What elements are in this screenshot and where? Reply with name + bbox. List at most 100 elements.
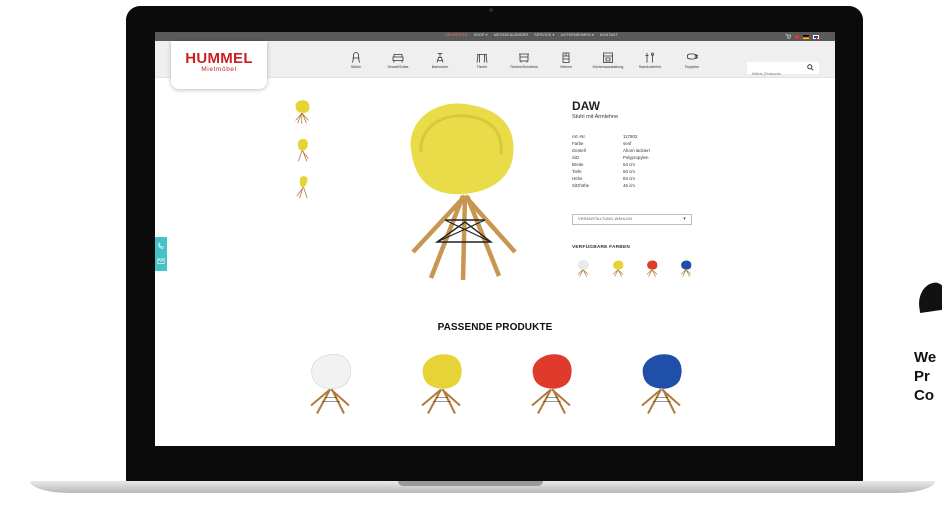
search-box xyxy=(747,62,819,80)
search-icon[interactable] xyxy=(807,64,814,71)
side-contact-widget xyxy=(155,237,167,271)
spec-value: 83 cm xyxy=(623,176,635,181)
cart-icon[interactable] xyxy=(785,33,791,39)
nav-item-label: Sessel/Sofas xyxy=(387,65,409,69)
top-icons xyxy=(785,33,819,40)
nav-item-label: Theken/Schränke xyxy=(509,65,539,69)
thumbnail-1[interactable] xyxy=(292,97,312,125)
top-menu-item[interactable]: KONTAKT xyxy=(600,33,618,37)
kitchen-icon xyxy=(603,52,613,63)
spec-key: Höhe xyxy=(572,176,583,181)
accessory-icon xyxy=(645,52,654,63)
related-products-title: PASSENDE PRODUKTE xyxy=(437,322,553,333)
laptop-screen: NEUHEITEN SHOP ▾ MESSEKALENDER SERVICE ▾… xyxy=(155,32,835,446)
spec-row: Art.-Nr. 117802 xyxy=(572,133,650,140)
related-product-white[interactable] xyxy=(305,349,355,415)
event-select-value: VERANSTALTUNG WÄHLEN xyxy=(578,217,633,221)
counter-icon xyxy=(519,53,529,63)
nav-item-label: Standzubehör xyxy=(638,65,662,69)
chevron-down-icon: ▾ xyxy=(683,216,686,222)
page: We Pr Co NEUHEITEN SHOP ▾ MESSEKALENDER … xyxy=(0,0,942,511)
mail-icon[interactable] xyxy=(157,257,165,265)
nav-item-label: Küchenausstattung xyxy=(592,65,624,69)
spec-value: Ahorn lackiert xyxy=(623,148,650,153)
nav-item-standzubehoer[interactable]: Standzubehör xyxy=(629,52,671,69)
top-menu-item[interactable]: MESSEKALENDER xyxy=(494,33,529,37)
barstool-icon xyxy=(436,53,444,63)
nav-item-label: Teppiche xyxy=(684,65,700,69)
spec-value: 63 cm xyxy=(623,162,635,167)
spec-row: Gestell Ahorn lackiert xyxy=(572,147,650,154)
top-menu-item[interactable]: NEUHEITEN xyxy=(445,33,468,37)
nav-item-sessel-sofas[interactable]: Sessel/Sofas xyxy=(377,52,419,69)
spec-key: Sitz xyxy=(572,155,580,160)
nav-item-tische[interactable]: Tische xyxy=(461,52,503,69)
color-swatch-blue[interactable] xyxy=(679,258,693,278)
product-specs: Art.-Nr. 117802 Farbe senf Gestell Ahorn la… xyxy=(572,133,650,189)
thumbnail-3[interactable] xyxy=(292,172,312,200)
spec-row: Farbe senf xyxy=(572,140,650,147)
vitrine-icon xyxy=(562,52,570,63)
nav-item-vitrinen[interactable]: Vitrinen xyxy=(545,52,587,69)
related-product-red[interactable] xyxy=(526,349,576,415)
spec-value: 60 cm xyxy=(623,169,635,174)
main-product-image xyxy=(410,103,517,281)
color-swatch-red[interactable] xyxy=(645,258,659,278)
spec-key: Gestell xyxy=(572,148,586,153)
product-subtitle: Stuhl mit Armlehne xyxy=(572,114,619,120)
spec-key: Breite xyxy=(572,162,584,167)
nav-item-theken-schraenke[interactable]: Theken/Schränke xyxy=(503,52,545,69)
related-product-yellow[interactable] xyxy=(416,349,466,415)
spec-row: Sitz Polypropylen xyxy=(572,154,650,161)
table-icon xyxy=(476,54,488,63)
top-menu-item[interactable]: UNTERNEHMEN ▾ xyxy=(561,33,594,37)
nav-item-teppiche[interactable]: Teppiche xyxy=(671,52,713,69)
spec-row: Breite 63 cm xyxy=(572,161,650,168)
top-bar: NEUHEITEN SHOP ▾ MESSEKALENDER SERVICE ▾… xyxy=(155,32,835,41)
rug-icon xyxy=(687,53,698,60)
laptop-bezel: NEUHEITEN SHOP ▾ MESSEKALENDER SERVICE ▾… xyxy=(126,6,863,484)
color-swatch-yellow[interactable] xyxy=(611,258,625,278)
nav-item-kuechenausstattung[interactable]: Küchenausstattung xyxy=(587,52,629,69)
category-nav: Stühle Sessel/Sofas Barhocker Tische The… xyxy=(335,52,713,69)
logo[interactable]: HUMMEL Mietmöbel xyxy=(171,41,267,89)
nav-item-barhocker[interactable]: Barhocker xyxy=(419,52,461,69)
laptop-notch xyxy=(398,481,543,486)
colors-title: VERFÜGBARE FARBEN xyxy=(572,245,631,250)
spec-value: 117802 xyxy=(623,134,638,139)
flag-de-icon[interactable] xyxy=(803,35,809,39)
spec-row: Sitzhöhe 46 cm xyxy=(572,182,650,189)
spec-value: Polypropylen xyxy=(623,155,649,160)
spec-key: Art.-Nr. xyxy=(572,134,586,139)
nav-item-label: Tische xyxy=(476,65,488,69)
phone-icon[interactable] xyxy=(157,242,165,250)
thumbnail-2[interactable] xyxy=(292,135,312,163)
nav-item-stuehle[interactable]: Stühle xyxy=(335,52,377,69)
spec-row: Höhe 83 cm xyxy=(572,175,650,182)
top-menu-item[interactable]: SERVICE ▾ xyxy=(534,33,554,37)
chair-icon xyxy=(352,52,360,63)
search-input[interactable] xyxy=(747,68,803,80)
product-name: DAW xyxy=(572,99,600,113)
nav-item-label: Vitrinen xyxy=(559,65,573,69)
spec-key: Farbe xyxy=(572,141,584,146)
camera-icon xyxy=(489,8,493,12)
spec-key: Sitzhöhe xyxy=(572,183,590,188)
top-menu: NEUHEITEN SHOP ▾ MESSEKALENDER SERVICE ▾… xyxy=(445,33,618,37)
spec-key: Tiefe xyxy=(572,169,582,174)
decor-shape xyxy=(916,281,942,313)
spec-value: senf xyxy=(623,141,632,146)
event-select[interactable]: VERANSTALTUNG WÄHLEN ▾ xyxy=(572,214,692,225)
sofa-icon xyxy=(392,54,404,63)
cart-count-badge xyxy=(795,35,799,39)
logo-tagline: Mietmöbel xyxy=(201,66,237,73)
decor-text: We Pr Co xyxy=(914,349,937,404)
logo-name: HUMMEL xyxy=(185,50,253,67)
spec-value: 46 cm xyxy=(623,183,635,188)
flag-en-icon[interactable] xyxy=(813,35,819,40)
color-swatch-white[interactable] xyxy=(576,258,590,278)
nav-item-label: Barhocker xyxy=(431,65,449,69)
nav-item-label: Stühle xyxy=(350,65,362,69)
top-menu-item[interactable]: SHOP ▾ xyxy=(474,33,488,37)
related-product-blue[interactable] xyxy=(636,349,686,415)
